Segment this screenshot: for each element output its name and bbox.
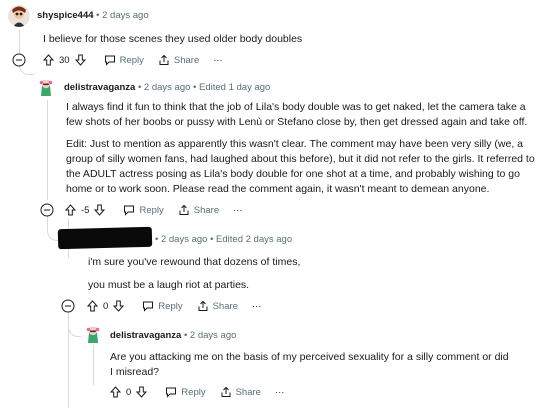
collapse-button[interactable] [12,53,26,72]
reply-icon [143,301,154,312]
comment-paragraph: i'm sure you've rewound that dozens of t… [88,256,301,268]
vote-count: 0 [126,386,132,398]
timestamp[interactable]: 2 days ago [102,10,148,21]
downvote-icon[interactable] [113,300,125,312]
more-icon: ··· [251,300,262,312]
edited-label: • Edited 1 day ago [193,82,271,93]
upvote-icon[interactable] [110,386,121,398]
more-icon: ··· [274,386,285,398]
username[interactable]: delistravaganza [64,82,135,93]
share-icon [159,54,169,65]
upvote-icon[interactable] [43,54,54,66]
action-bar: -5 Reply Share ··· [65,202,257,218]
more-icon: ··· [233,204,243,216]
reply-button[interactable]: Reply [104,54,144,66]
timestamp[interactable]: 2 days ago [144,82,190,93]
thread-line [47,100,48,200]
share-button[interactable]: Share [158,54,199,66]
action-bar: 0 Reply Share ··· [110,384,298,400]
meta-text: • 2 days ago • Edited 2 days ago [155,234,293,245]
action-bar: 30 Reply Share ··· [43,52,237,68]
collapse-button[interactable] [40,203,54,222]
share-icon [221,386,231,397]
collapse-icon [12,53,26,67]
username[interactable]: shyspice444 [37,10,94,21]
downvote-icon[interactable] [74,54,86,66]
more-options-button[interactable]: ··· [252,301,262,312]
more-options-button[interactable]: ··· [275,387,285,398]
share-label: Share [235,386,261,398]
avatar[interactable] [8,5,30,27]
vote-count: -5 [81,204,90,216]
more-options-button[interactable]: ··· [213,55,223,66]
collapse-icon [40,203,54,217]
vote-controls: 0 [110,386,148,398]
thread-line [19,30,20,50]
comment-meta: shyspice444 • 2 days ago [37,10,149,21]
reply-label: Reply [139,204,164,216]
share-button[interactable]: Share [178,204,219,216]
avatar[interactable] [35,76,57,98]
collapse-button[interactable] [61,299,75,318]
comment-body: I believe for those scenes they used old… [43,33,303,45]
action-bar: 0 Reply Share ··· [87,298,275,314]
comment-meta: • 2 days ago • Edited 2 days ago [155,234,292,245]
downvote-icon[interactable] [94,204,106,216]
reply-icon [104,55,115,66]
reply-button[interactable]: Reply [165,386,206,398]
timestamp[interactable]: 2 days ago [190,330,236,341]
share-label: Share [212,300,238,312]
vote-controls: 30 [43,54,86,66]
share-button[interactable]: Share [220,386,261,398]
redacted-user [57,226,153,250]
reply-label: Reply [119,54,144,66]
avatar[interactable] [82,323,104,345]
comment-paragraph: you must be a laugh riot at parties. [88,279,250,291]
vote-controls: 0 [87,300,125,312]
vote-count: 30 [59,54,70,66]
comment-body: Are you attacking me on the basis of my … [110,351,509,378]
more-options-button[interactable]: ··· [233,205,243,216]
meta-separator: • [96,10,100,21]
share-button[interactable]: Share [197,300,238,312]
share-icon [179,204,189,215]
upvote-icon[interactable] [87,300,98,312]
comment-meta: delistravaganza • 2 days ago • Edited 1 … [64,82,270,93]
username[interactable]: delistravaganza [110,330,181,341]
thread-line [93,345,94,385]
reply-label: Reply [158,300,183,312]
meta-separator: • [183,330,188,341]
downvote-icon[interactable] [136,386,148,398]
collapse-icon [61,299,75,313]
share-label: Share [173,54,200,66]
share-label: Share [193,204,220,216]
comment-meta: delistravaganza • 2 days ago [110,330,236,341]
more-icon: ··· [213,54,223,66]
reply-icon [124,205,135,216]
vote-count: 0 [103,300,109,312]
meta-separator: • [137,82,142,93]
reply-button[interactable]: Reply [123,204,164,216]
reply-button[interactable]: Reply [142,300,183,312]
vote-controls: -5 [65,204,106,216]
comment-paragraph: I always find it fun to think that the j… [66,101,528,128]
share-icon [198,300,208,311]
upvote-icon[interactable] [65,204,76,216]
reply-icon [166,387,177,398]
comment-paragraph: Edit: Just to mention as apparently this… [66,138,535,195]
reply-label: Reply [181,386,206,398]
